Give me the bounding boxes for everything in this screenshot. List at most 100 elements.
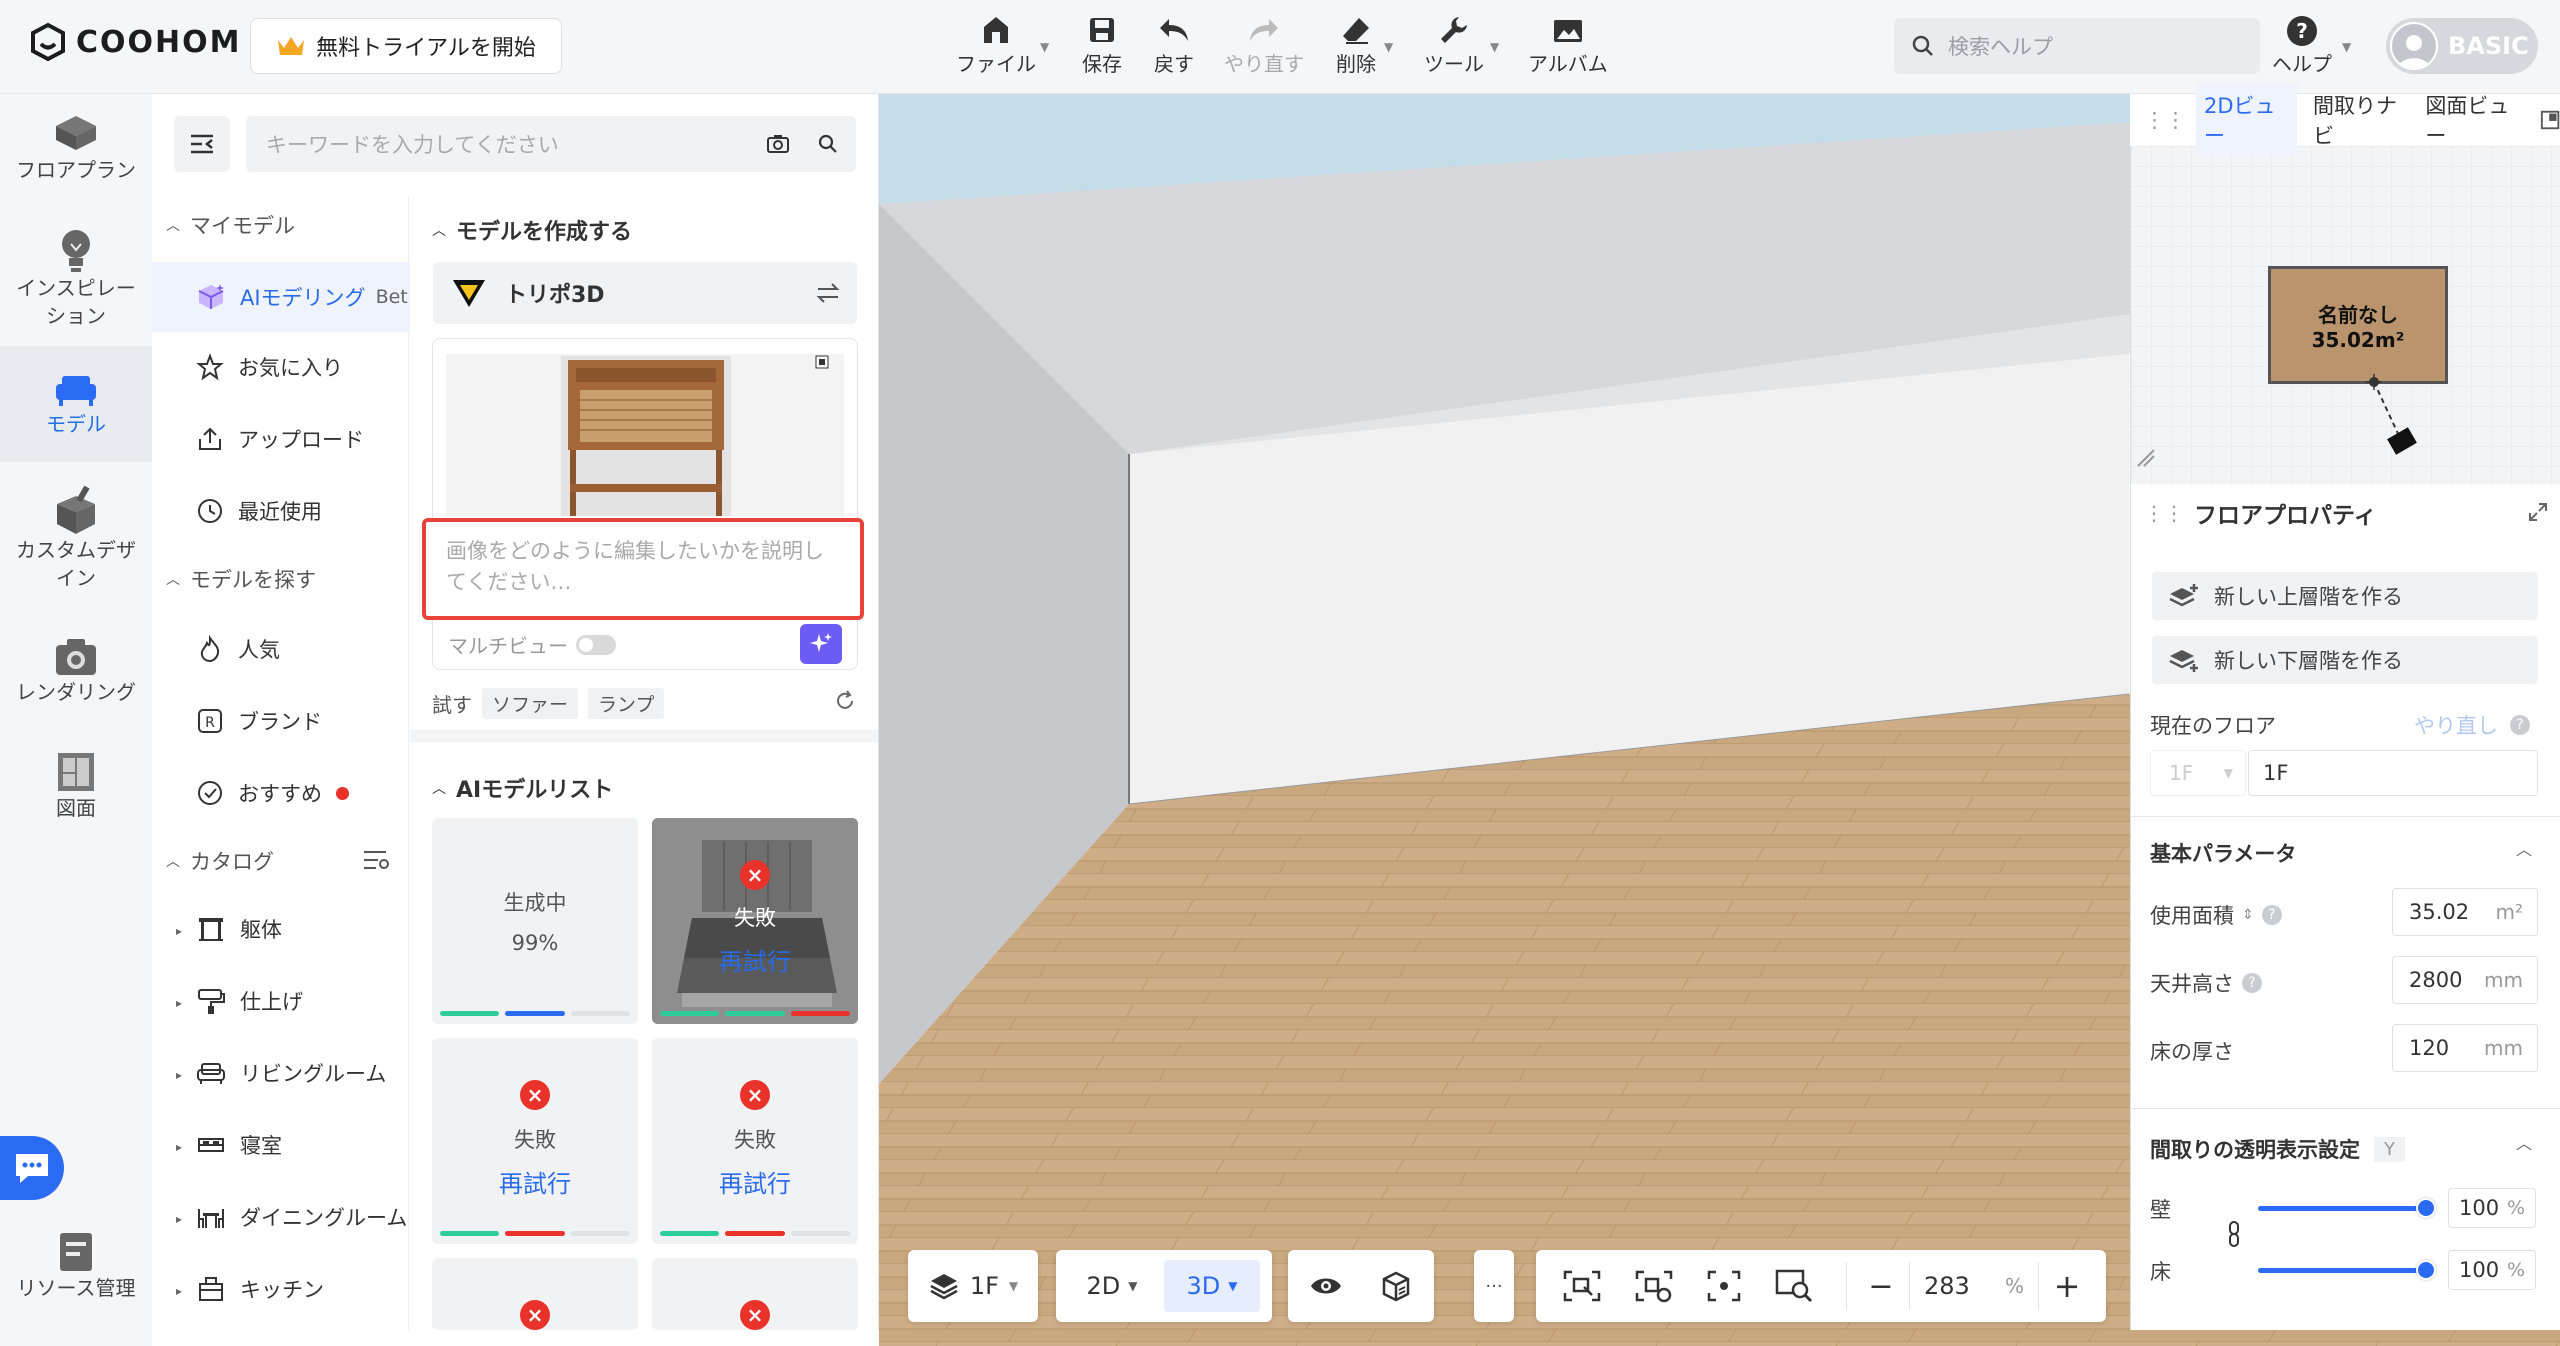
tab-layout-nav[interactable]: 間取りナビ — [2313, 90, 2409, 150]
floor-opacity-slider[interactable] — [2258, 1260, 2436, 1280]
floor-thickness-input[interactable]: 120 mm — [2392, 1024, 2538, 1072]
refresh-icon[interactable] — [834, 690, 856, 712]
retry-link[interactable]: 再試行 — [499, 1164, 571, 1199]
ceiling-height-input[interactable]: 2800 mm — [2392, 956, 2538, 1004]
file-chevron-down-icon[interactable]: ▼ — [1040, 40, 1049, 54]
eye-icon[interactable] — [1309, 1274, 1343, 1298]
delete-button[interactable]: 削除 — [1336, 12, 1376, 77]
category-ai-modeling[interactable]: AIモデリング Bet — [152, 262, 410, 332]
resize-handle-icon[interactable] — [2136, 448, 2158, 468]
link-chain-icon[interactable] — [2226, 1218, 2242, 1250]
generate-button[interactable] — [800, 624, 842, 664]
fit-view-icon[interactable] — [1562, 1269, 1602, 1303]
category-finishing[interactable]: 仕上げ — [196, 986, 303, 1016]
nav-rendering[interactable]: レンダリング — [0, 636, 152, 706]
nav-custom-design[interactable]: カスタムデザイン — [0, 484, 152, 592]
drag-handle-icon[interactable]: ⋮⋮ — [2144, 108, 2186, 132]
chevron-up-icon[interactable]: ︿ — [2516, 1130, 2532, 1154]
chat-support-button[interactable] — [0, 1136, 64, 1200]
category-upload[interactable]: アップロード — [196, 424, 364, 454]
minimize-panel-icon[interactable] — [2540, 109, 2560, 131]
expand-arrow-icon[interactable]: ▸ — [176, 1284, 182, 1298]
redo-button[interactable]: やり直す — [1224, 12, 1304, 77]
expand-arrow-icon[interactable]: ▸ — [176, 996, 182, 1010]
catalog-section-header[interactable]: ︿ カタログ — [166, 846, 274, 876]
wall-opacity-input[interactable]: 100 % — [2448, 1188, 2536, 1228]
app-logo[interactable]: COOHOM — [28, 22, 242, 62]
ai-model-card[interactable]: × — [432, 1258, 638, 1330]
multiview-toggle[interactable] — [576, 634, 616, 655]
multiview-toggle-row[interactable]: マルチビュー — [448, 630, 616, 659]
category-popular[interactable]: 人気 — [196, 634, 280, 664]
free-trial-button[interactable]: 無料トライアルを開始 — [250, 18, 562, 74]
sort-toggle-icon[interactable]: ⇕ — [2242, 907, 2254, 923]
delete-chevron-down-icon[interactable]: ▼ — [1384, 40, 1393, 54]
category-recommended[interactable]: おすすめ — [196, 778, 349, 808]
help-chevron-down-icon[interactable]: ▼ — [2342, 40, 2351, 54]
focus-target-icon[interactable] — [1706, 1269, 1742, 1303]
help-button[interactable]: ? ヘルプ — [2272, 12, 2332, 77]
category-brand[interactable]: R ブランド — [196, 706, 322, 736]
tab-2d-view[interactable]: 2Dビュー — [2196, 84, 2297, 156]
help-search-input[interactable]: 検索ヘルプ — [1894, 18, 2260, 74]
swap-arrows-icon[interactable] — [815, 282, 841, 304]
find-models-section-header[interactable]: ︿ モデルを探す — [166, 564, 316, 594]
file-menu[interactable]: ファイル — [956, 12, 1036, 77]
category-dining-room[interactable]: ダイニングルーム — [196, 1202, 407, 1232]
tools-menu[interactable]: ツール — [1424, 12, 1484, 77]
ai-model-list-header[interactable]: ︿ AIモデルリスト — [432, 772, 613, 804]
category-kitchen[interactable]: キッチン — [196, 1274, 324, 1304]
suggestion-chip[interactable]: ソファー — [482, 688, 579, 719]
suggestion-chip[interactable]: ランプ — [588, 688, 665, 719]
expand-arrow-icon[interactable]: ▸ — [176, 924, 182, 938]
chevron-up-icon[interactable]: ︿ — [2516, 836, 2532, 860]
nav-floorplan[interactable]: フロアプラン — [0, 112, 152, 184]
mode-2d-button[interactable]: 2D ▼ — [1066, 1260, 1158, 1312]
nav-inspiration[interactable]: インスピレーション — [0, 226, 152, 330]
zoom-out-button[interactable]: − — [1861, 1269, 1901, 1304]
ai-model-card[interactable]: × 失敗 再試行 — [432, 1038, 638, 1244]
uploaded-image-preview[interactable] — [446, 354, 844, 516]
mini-map-room[interactable]: 名前なし 35.02m² — [2268, 266, 2448, 384]
category-recent[interactable]: 最近使用 — [196, 496, 322, 526]
ai-model-card[interactable]: × 失敗 再試行 — [652, 1038, 858, 1244]
catalog-filter-icon[interactable] — [362, 848, 390, 872]
retry-link[interactable]: 再試行 — [719, 942, 791, 977]
edit-prompt-textarea[interactable]: 画像をどのように編集したいかを説明してください… — [422, 518, 864, 620]
category-bedroom[interactable]: 寝室 — [196, 1130, 282, 1160]
camera-position-icon[interactable] — [2340, 368, 2420, 460]
album-button[interactable]: アルバム — [1528, 12, 1608, 77]
expand-arrow-icon[interactable]: ▸ — [176, 1212, 182, 1226]
category-favorites[interactable]: お気に入り — [196, 352, 343, 382]
create-model-section-header[interactable]: ︿ モデルを作成する — [432, 214, 632, 246]
category-structure[interactable]: 躯体 — [196, 914, 282, 944]
nav-models[interactable]: モデル — [0, 346, 152, 462]
expand-arrow-icon[interactable]: ▸ — [176, 1068, 182, 1082]
floor-selector[interactable]: 1F ▼ — [908, 1250, 1038, 1322]
expand-icon[interactable] — [2528, 502, 2548, 522]
more-tools-button[interactable]: ··· — [1474, 1250, 1514, 1322]
nav-drawing[interactable]: 図面 — [0, 750, 152, 822]
new-lower-floor-button[interactable]: 新しい下層階を作る — [2152, 636, 2538, 684]
my-models-section-header[interactable]: ︿ マイモデル — [166, 210, 295, 240]
ai-model-card[interactable]: × 失敗 再試行 — [652, 818, 858, 1024]
save-button[interactable]: 保存 — [1082, 12, 1122, 77]
new-upper-floor-button[interactable]: 新しい上層階を作る — [2152, 572, 2538, 620]
usable-area-input[interactable]: 35.02 m² — [2392, 888, 2538, 936]
zoom-input[interactable]: 283 % — [1909, 1262, 2039, 1310]
tab-plan-view[interactable]: 図面ビュー — [2425, 90, 2521, 150]
wall-opacity-slider[interactable] — [2258, 1198, 2436, 1218]
model-engine-selector[interactable]: トリポ3D — [433, 262, 857, 324]
category-living-room[interactable]: リビングルーム — [196, 1058, 386, 1088]
zoom-region-icon[interactable] — [1774, 1268, 1814, 1304]
tools-chevron-down-icon[interactable]: ▼ — [1490, 40, 1499, 54]
user-account-badge[interactable]: BASIC — [2386, 18, 2538, 74]
image-search-camera-icon[interactable] — [766, 134, 790, 154]
retry-link[interactable]: 再試行 — [719, 1164, 791, 1199]
zoom-in-button[interactable]: + — [2047, 1267, 2087, 1305]
collapse-panel-button[interactable] — [174, 116, 230, 172]
nav-resources[interactable]: リソース管理 — [0, 1230, 152, 1302]
mode-3d-button[interactable]: 3D ▼ — [1164, 1260, 1260, 1312]
model-search-input[interactable]: キーワードを入力してください — [246, 116, 856, 172]
floor-prefix-select[interactable]: 1F ▼ — [2150, 750, 2246, 796]
